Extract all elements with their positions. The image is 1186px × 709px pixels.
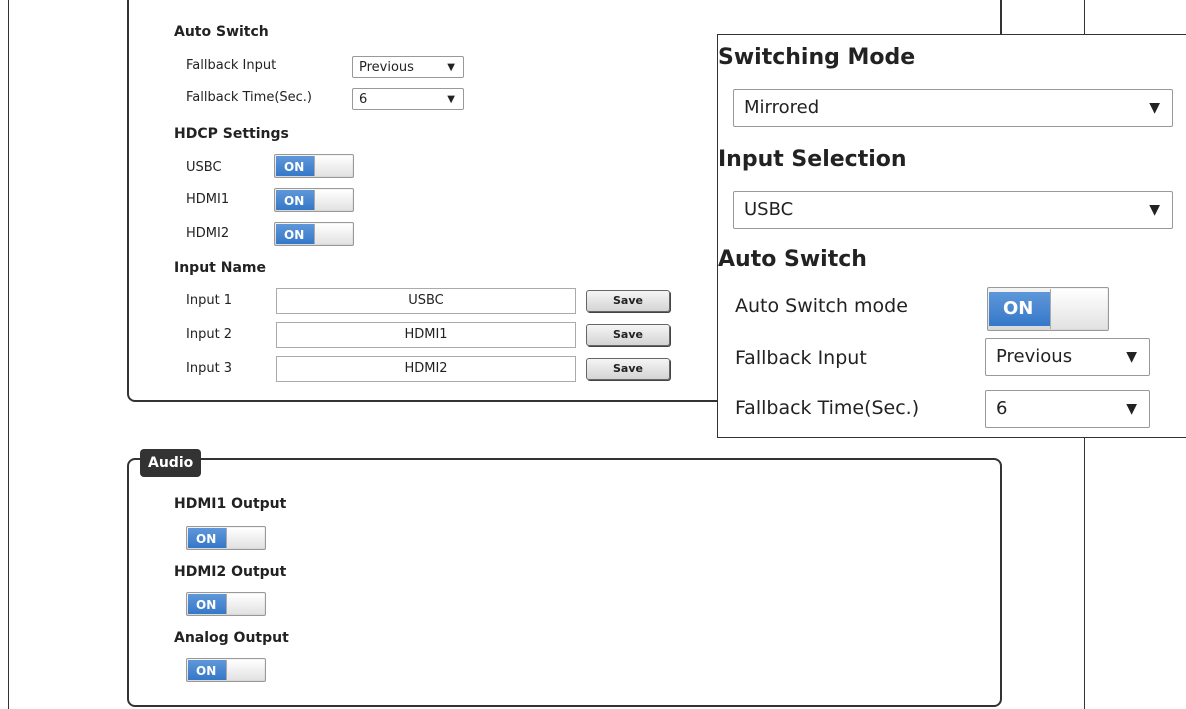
chevron-down-icon: ▼ bbox=[1126, 349, 1137, 365]
zoom-fallback-time-value: 6 bbox=[996, 398, 1008, 419]
chevron-down-icon: ▼ bbox=[1126, 401, 1137, 417]
hdcp-hdmi1-toggle[interactable]: ON bbox=[274, 188, 354, 212]
hdmi2-output-toggle[interactable]: ON bbox=[186, 592, 266, 616]
input-3-name-field[interactable]: HDMI2 bbox=[276, 356, 576, 382]
switching-mode-heading: Switching Mode bbox=[718, 45, 916, 70]
input-1-name-field[interactable]: USBC bbox=[276, 288, 576, 314]
zoom-inset-panel: Switching Mode Mirrored ▼ Input Selectio… bbox=[717, 34, 1186, 438]
input-2-save-button[interactable]: Save bbox=[586, 324, 670, 346]
toggle-knob bbox=[226, 528, 264, 548]
zoom-fallback-time-select[interactable]: 6 ▼ bbox=[985, 390, 1150, 428]
hdmi1-output-toggle[interactable]: ON bbox=[186, 526, 266, 550]
toggle-knob bbox=[314, 224, 352, 244]
analog-output-toggle[interactable]: ON bbox=[186, 658, 266, 682]
hdmi1-output-label: HDMI1 Output bbox=[174, 496, 287, 512]
input-1-label: Input 1 bbox=[186, 293, 233, 308]
chevron-down-icon: ▼ bbox=[1149, 100, 1160, 116]
fallback-time-label: Fallback Time(Sec.) bbox=[186, 90, 312, 105]
fallback-input-value: Previous bbox=[359, 60, 414, 75]
auto-switch-heading: Auto Switch bbox=[174, 24, 269, 40]
chevron-down-icon: ▼ bbox=[1149, 202, 1160, 218]
chevron-down-icon: ▼ bbox=[447, 94, 455, 105]
input-selection-select[interactable]: USBC ▼ bbox=[733, 191, 1173, 229]
zoom-fallback-input-value: Previous bbox=[996, 346, 1073, 367]
input-1-save-button[interactable]: Save bbox=[586, 290, 670, 312]
switching-mode-select[interactable]: Mirrored ▼ bbox=[733, 89, 1173, 127]
audio-legend: Audio bbox=[140, 449, 202, 477]
hdcp-hdmi2-toggle[interactable]: ON bbox=[274, 222, 354, 246]
hdcp-usbc-label: USBC bbox=[186, 160, 222, 175]
chevron-down-icon: ▼ bbox=[447, 62, 455, 73]
toggle-on-label: ON bbox=[276, 224, 316, 244]
toggle-knob bbox=[314, 190, 352, 210]
toggle-knob bbox=[1050, 289, 1107, 329]
zoom-fallback-time-label: Fallback Time(Sec.) bbox=[735, 397, 920, 419]
toggle-knob bbox=[314, 156, 352, 176]
fallback-time-select[interactable]: 6 ▼ bbox=[352, 88, 464, 110]
input-name-heading: Input Name bbox=[174, 260, 266, 276]
input-selection-heading: Input Selection bbox=[718, 147, 907, 172]
input-2-name-field[interactable]: HDMI1 bbox=[276, 322, 576, 348]
input-selection-value: USBC bbox=[744, 199, 794, 220]
zoom-auto-switch-heading: Auto Switch bbox=[718, 247, 867, 272]
input-2-label: Input 2 bbox=[186, 327, 233, 342]
auto-switch-mode-label: Auto Switch mode bbox=[735, 295, 908, 317]
zoom-fallback-input-label: Fallback Input bbox=[735, 347, 867, 369]
toggle-on-label: ON bbox=[989, 292, 1051, 326]
toggle-on-label: ON bbox=[276, 190, 316, 210]
fallback-input-label: Fallback Input bbox=[186, 58, 277, 73]
toggle-on-label: ON bbox=[188, 594, 228, 614]
zoom-fallback-input-select[interactable]: Previous ▼ bbox=[985, 338, 1150, 376]
toggle-on-label: ON bbox=[276, 156, 316, 176]
toggle-on-label: ON bbox=[188, 660, 228, 680]
toggle-knob bbox=[226, 594, 264, 614]
hdcp-hdmi1-label: HDMI1 bbox=[186, 192, 230, 207]
hdcp-usbc-toggle[interactable]: ON bbox=[274, 154, 354, 178]
toggle-knob bbox=[226, 660, 264, 680]
hdmi2-output-label: HDMI2 Output bbox=[174, 564, 287, 580]
hdcp-hdmi2-label: HDMI2 bbox=[186, 226, 230, 241]
input-3-label: Input 3 bbox=[186, 361, 233, 376]
hdcp-settings-heading: HDCP Settings bbox=[174, 126, 289, 142]
page-border-left bbox=[8, 0, 9, 709]
fallback-input-select[interactable]: Previous ▼ bbox=[352, 56, 464, 78]
input-3-save-button[interactable]: Save bbox=[586, 358, 670, 380]
analog-output-label: Analog Output bbox=[174, 630, 289, 646]
fallback-time-value: 6 bbox=[359, 92, 368, 107]
toggle-on-label: ON bbox=[188, 528, 228, 548]
auto-switch-mode-toggle[interactable]: ON bbox=[987, 287, 1109, 331]
switching-mode-value: Mirrored bbox=[744, 97, 820, 118]
